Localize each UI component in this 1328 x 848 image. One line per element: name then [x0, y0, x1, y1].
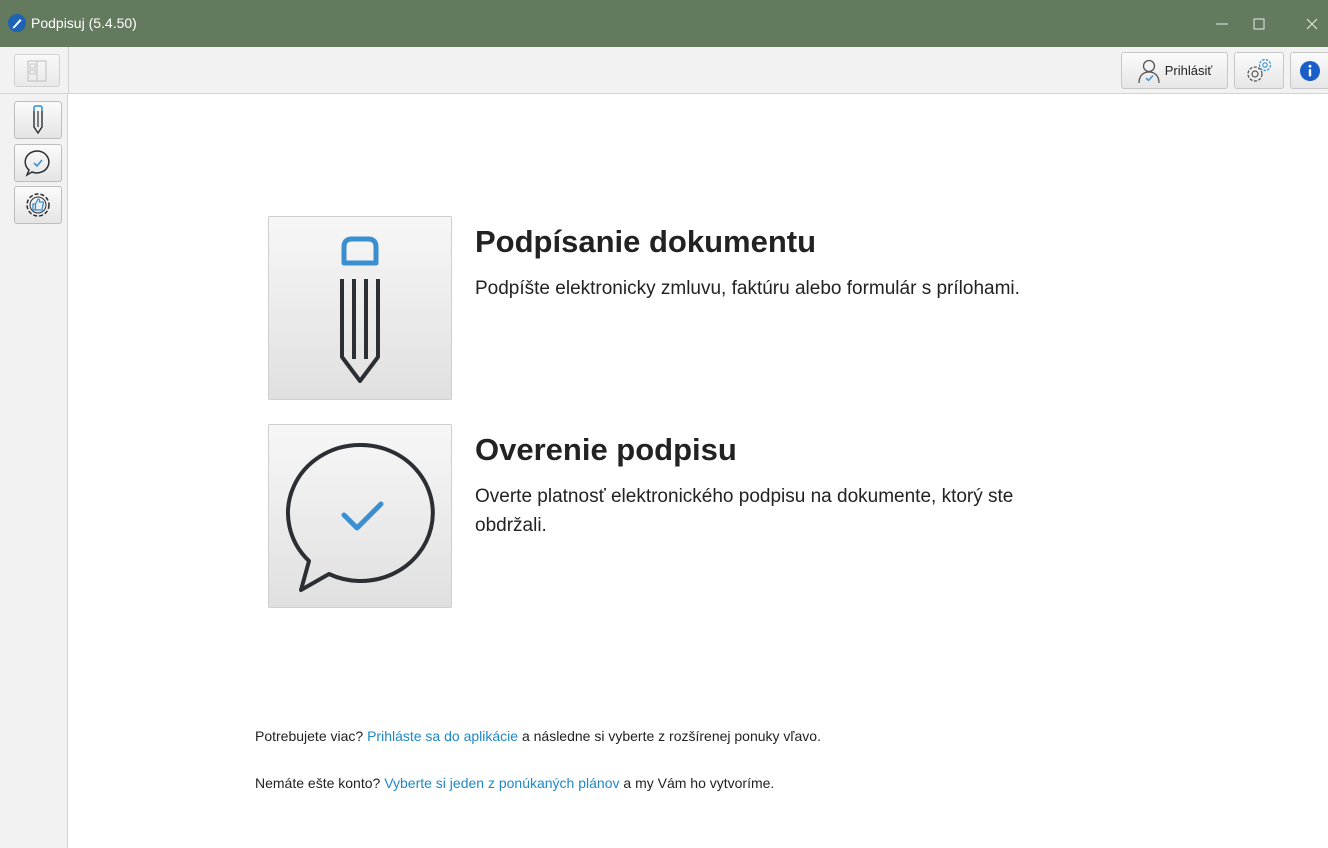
- sidebar: [0, 94, 68, 848]
- minimize-icon: [1216, 23, 1228, 24]
- panel-layout-icon: [27, 59, 47, 82]
- info-button[interactable]: [1290, 52, 1328, 89]
- sidebar-item-settings[interactable]: [14, 186, 62, 224]
- sidebar-item-verify[interactable]: [14, 144, 62, 182]
- maximize-button[interactable]: [1237, 0, 1281, 47]
- speech-check-icon: [286, 442, 435, 592]
- sign-document-title[interactable]: Podpísanie dokumentu: [475, 224, 816, 260]
- title-bar: Podpisuj (5.4.50): [0, 0, 1328, 47]
- maximize-icon: [1253, 18, 1265, 29]
- close-button[interactable]: [1290, 0, 1328, 47]
- main-content: Podpísanie dokumentu Podpíšte elektronic…: [69, 94, 1328, 848]
- sign-document-tile[interactable]: [268, 216, 452, 400]
- login-label: Prihlásiť: [1164, 63, 1213, 78]
- login-button[interactable]: Prihlásiť: [1121, 52, 1228, 89]
- window-title: Podpisuj (5.4.50): [31, 15, 137, 31]
- gears-icon: [1247, 58, 1272, 82]
- info-icon: [1300, 60, 1320, 81]
- toolbar-separator: [68, 47, 69, 93]
- pen-nib-icon: [8, 14, 26, 32]
- sign-document-description: Podpíšte elektronicky zmluvu, faktúru al…: [475, 278, 1020, 299]
- footer-login-text-after: a následne si vyberte z rozšírenej ponuk…: [521, 728, 821, 744]
- footer-plans-text: Nemáte ešte konto?: [255, 775, 381, 791]
- settings-button[interactable]: [1234, 52, 1284, 89]
- login-link[interactable]: Prihláste sa do aplikácie: [367, 728, 518, 744]
- toggle-panel-button[interactable]: [14, 54, 60, 87]
- footer-plans-text-after: a my Vám ho vytvoríme.: [623, 775, 775, 791]
- user-icon: [1138, 59, 1160, 83]
- speech-check-icon: [24, 150, 50, 177]
- close-icon: [1306, 18, 1318, 29]
- gear-thumbs-up-icon: [26, 193, 50, 217]
- plans-link[interactable]: Vyberte si jeden z ponúkaných plánov: [384, 775, 619, 791]
- footer-login-text: Potrebujete viac?: [255, 728, 364, 744]
- verify-signature-tile[interactable]: [268, 424, 452, 608]
- pen-icon: [340, 236, 380, 383]
- sidebar-item-sign[interactable]: [14, 101, 62, 139]
- footer-line-login: Potrebujete viac? Prihláste sa do apliká…: [255, 728, 821, 744]
- pen-icon: [33, 105, 43, 135]
- verify-signature-description: Overte platnosť elektronického podpisu n…: [475, 486, 1014, 536]
- footer-line-plans: Nemáte ešte konto? Vyberte si jeden z po…: [255, 775, 774, 791]
- verify-signature-title[interactable]: Overenie podpisu: [475, 432, 737, 468]
- toolbar: Prihlásiť: [0, 47, 1328, 94]
